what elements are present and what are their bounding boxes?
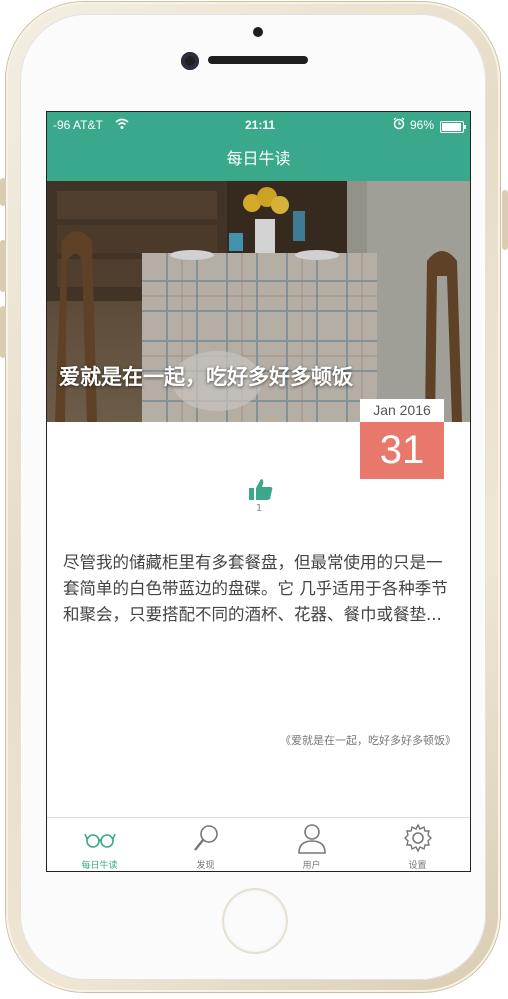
date-month-year: Jan 2016 (360, 399, 444, 422)
tab-user[interactable]: 用户 (259, 818, 364, 871)
battery-percent: 96% (410, 118, 435, 132)
tab-bar: 每日牛读 发现 用户 设置 (47, 817, 470, 871)
glasses-icon (84, 833, 116, 848)
article-cover-image[interactable]: 爱就是在一起，吃好多好多顿饭 (47, 181, 470, 422)
volume-up-button (0, 240, 6, 292)
tab-label: 设置 (408, 861, 427, 871)
tab-settings[interactable]: 设置 (365, 818, 470, 871)
date-day-badge: 31 (360, 422, 444, 479)
alarm-icon (393, 117, 405, 133)
home-button[interactable] (224, 890, 286, 952)
tab-label: 用户 (302, 861, 321, 871)
user-icon (298, 824, 326, 854)
proximity-sensor (253, 27, 263, 37)
thumbs-up-icon[interactable] (247, 476, 275, 504)
article-title: 爱就是在一起，吃好多好多顿饭 (59, 365, 353, 389)
wifi-icon (115, 118, 129, 133)
nav-bar: 每日牛读 (47, 140, 470, 181)
battery-icon (440, 121, 466, 133)
like-count: 1 (255, 503, 263, 514)
carrier-label: -96 AT&T (53, 118, 103, 132)
status-bar: -96 AT&T 21:11 96% (47, 112, 470, 140)
tab-label: 发现 (196, 861, 215, 871)
gear-icon (404, 823, 432, 853)
power-button (502, 190, 508, 250)
magnifier-icon (194, 825, 218, 851)
article-excerpt[interactable]: 尽管我的储藏柜里有多套餐盘，但最常使用的只是一套简单的白色带蓝边的盘碟。它 几乎… (63, 550, 458, 628)
mute-switch (0, 178, 6, 206)
app-screen: -96 AT&T 21:11 96% 每日牛读 爱就是在一起，吃好多好多顿饭 J… (46, 111, 471, 872)
tab-daily-read[interactable]: 每日牛读 (47, 818, 152, 871)
earpiece-speaker (208, 56, 308, 64)
tab-label: 每日牛读 (81, 861, 118, 871)
status-time: 21:11 (245, 118, 276, 132)
volume-down-button (0, 306, 6, 358)
article-source: 《爱就是在一起，吃好多好多顿饭》 (280, 734, 456, 747)
nav-title: 每日牛读 (226, 149, 291, 168)
front-camera (181, 52, 199, 70)
tab-discover[interactable]: 发现 (153, 818, 258, 871)
